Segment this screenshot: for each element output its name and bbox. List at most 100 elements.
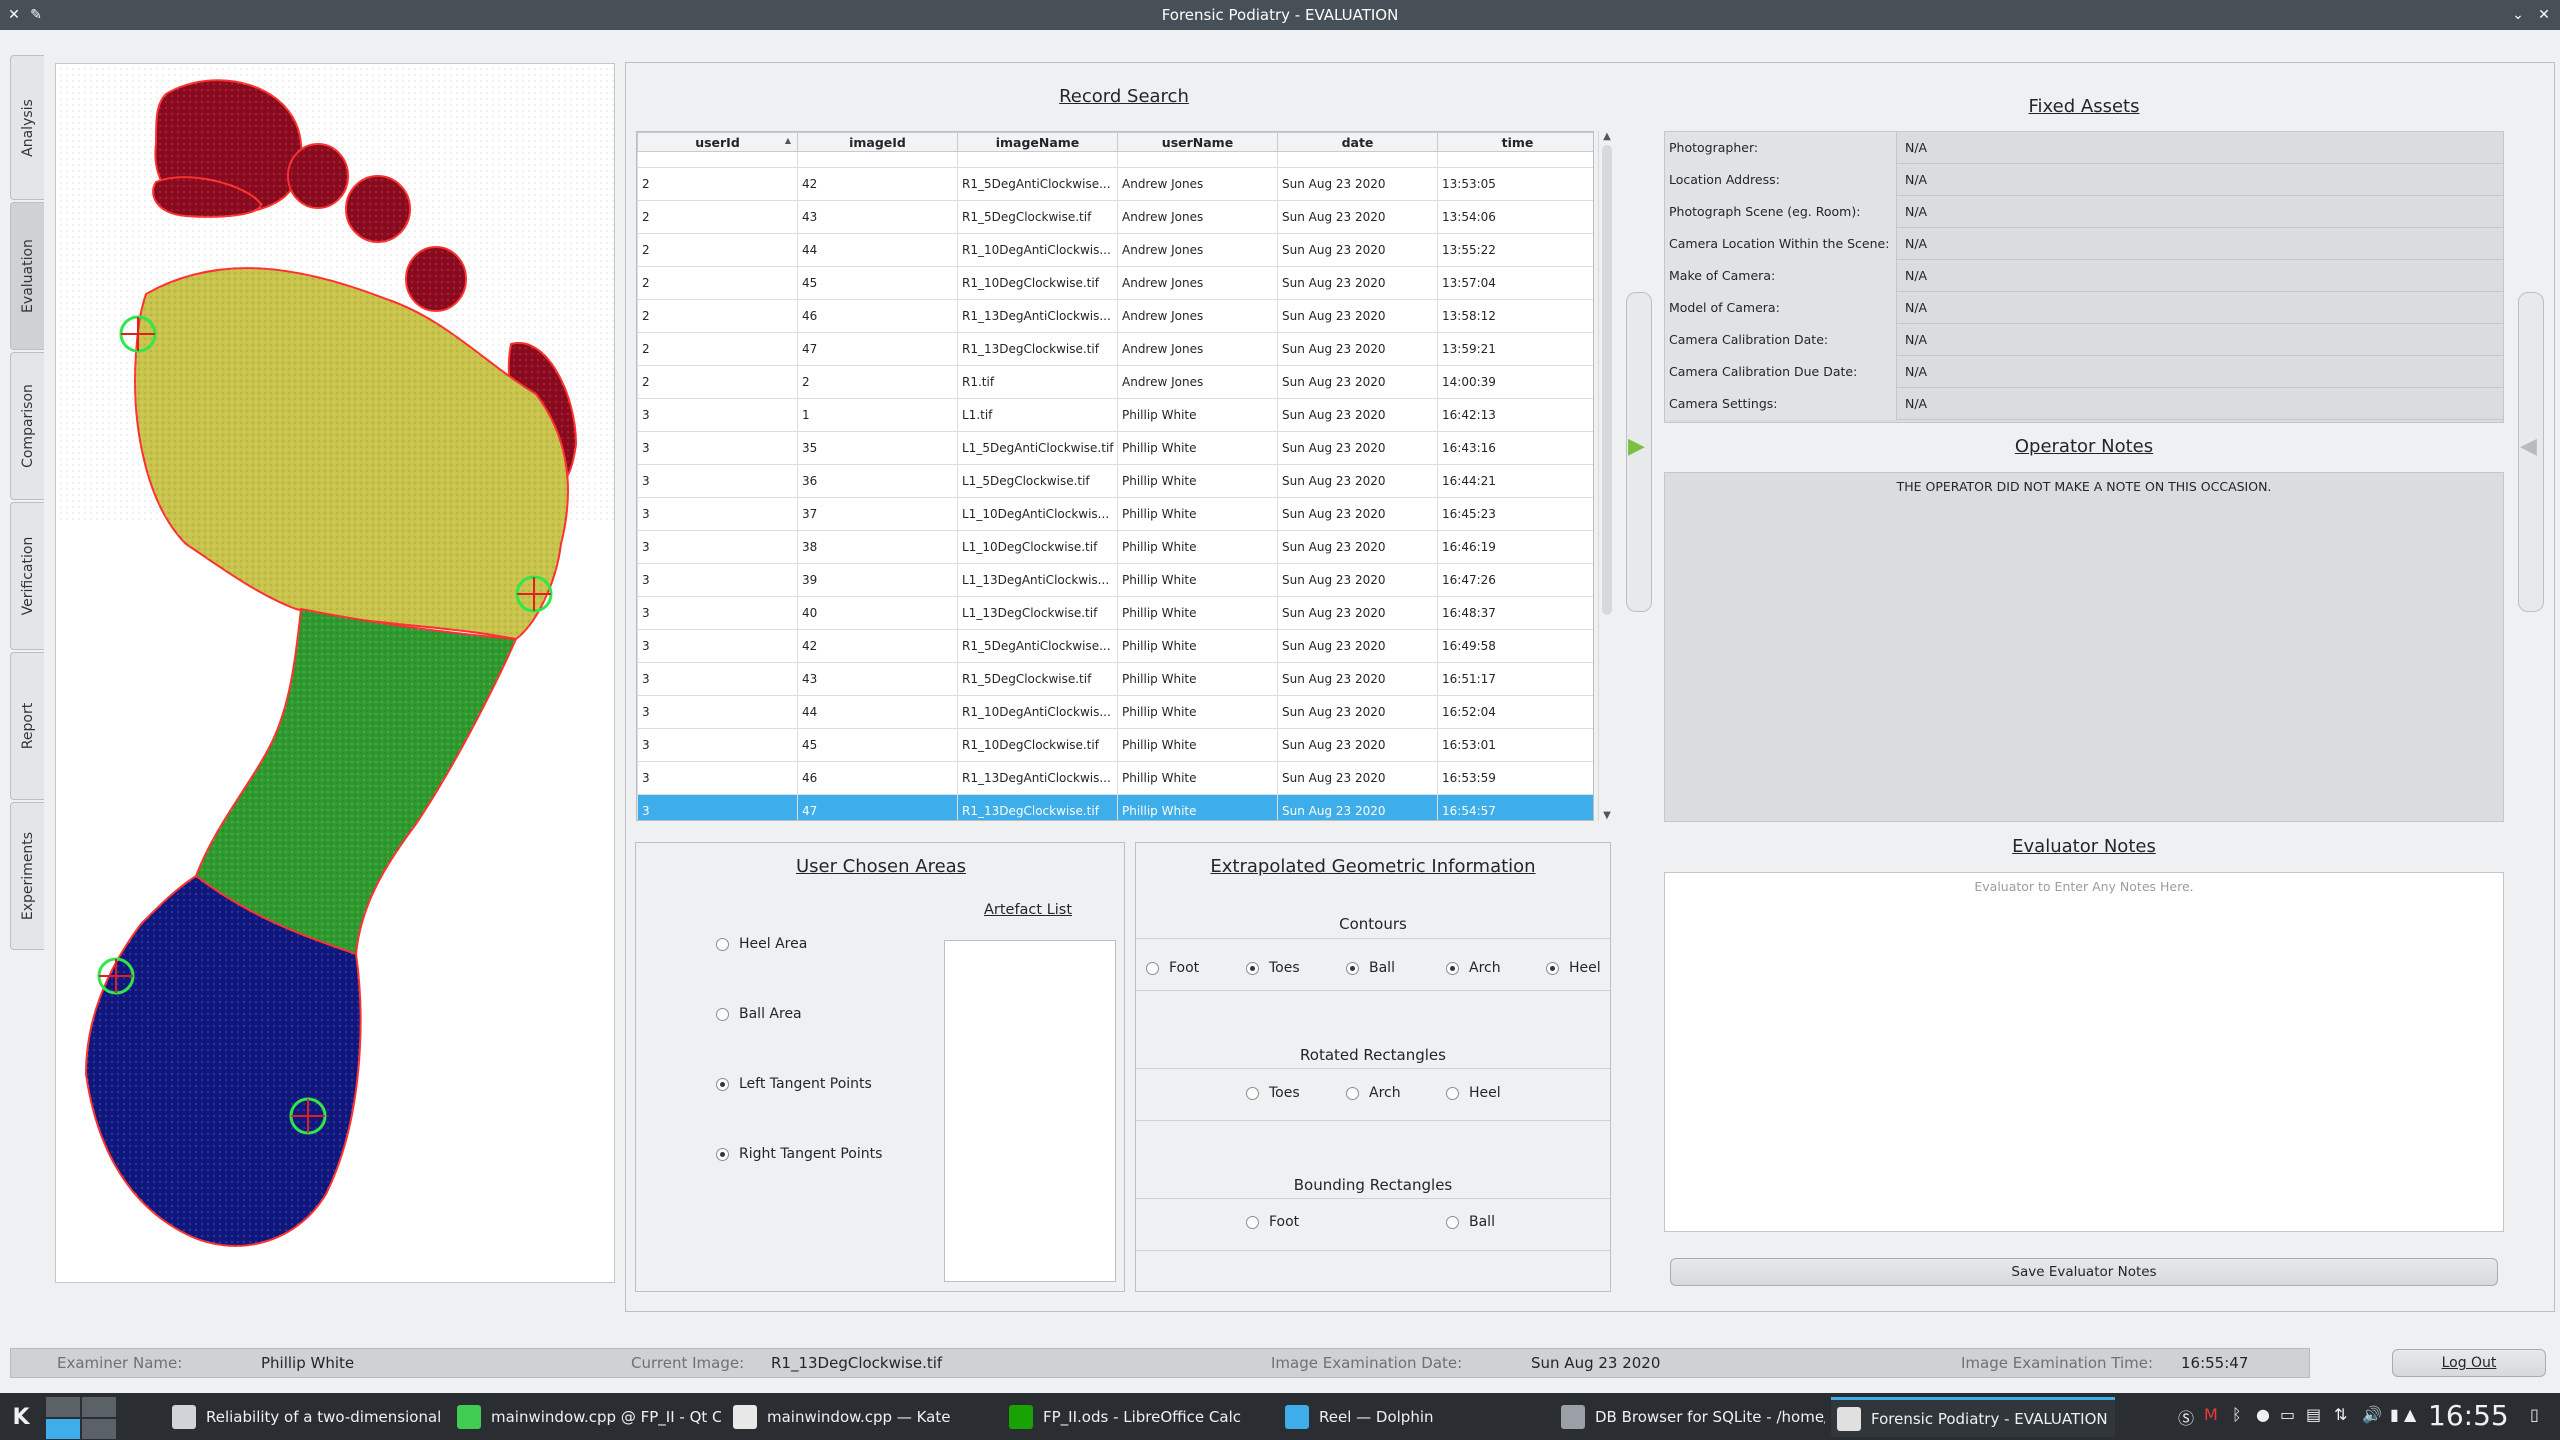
radio-contour-toes[interactable]: Toes xyxy=(1246,960,1300,976)
tab-comparison[interactable]: Comparison xyxy=(10,352,44,500)
close-window-icon[interactable]: ✕ xyxy=(2536,7,2552,23)
radio-contour-arch[interactable]: Arch xyxy=(1446,960,1501,976)
taskbar-item[interactable]: DB Browser for SQLite - /home/... xyxy=(1555,1397,1825,1437)
table-row[interactable]: 2 2 R1.tif Andrew Jones Sun Aug 23 2020 14:00… xyxy=(637,365,1593,399)
taskbar-item[interactable]: Reel — Dolphin xyxy=(1279,1397,1549,1437)
save-evaluator-notes-button[interactable]: Save Evaluator Notes xyxy=(1670,1258,2498,1286)
table-row-partial[interactable] xyxy=(637,151,1593,168)
table-row[interactable]: 3 45 R1_10DegClockwise.tif Phillip White Sun… xyxy=(637,728,1593,762)
table-row[interactable]: 2 42 R1_5DegAntiClockwise... Andrew Jones Su… xyxy=(637,167,1593,201)
radio-left-tangent-points[interactable]: Left Tangent Points xyxy=(716,1076,872,1092)
tray-status-icon[interactable]: Ⓢ xyxy=(2178,1405,2194,1429)
table-row[interactable]: 3 44 R1_10DegAntiClockwis... Phillip White S… xyxy=(637,695,1593,729)
evaluator-notes-input[interactable]: Evaluator to Enter Any Notes Here. xyxy=(1664,872,2504,1232)
radio-heel-area[interactable]: Heel Area xyxy=(716,936,807,952)
taskbar-item[interactable]: FP_II.ods - LibreOffice Calc xyxy=(1003,1397,1273,1437)
tab-analysis[interactable]: Analysis xyxy=(10,55,44,200)
radio-indicator[interactable] xyxy=(1446,961,1459,975)
scroll-thumb[interactable] xyxy=(1602,145,1612,615)
radio-rotated-arch[interactable]: Arch xyxy=(1346,1085,1401,1101)
radio-indicator[interactable] xyxy=(1346,1086,1359,1100)
column-header-time[interactable]: time xyxy=(1437,132,1593,152)
table-cell: 2 xyxy=(637,299,798,333)
clipboard-icon[interactable]: ▤ xyxy=(2306,1405,2321,1424)
tray-expand-icon[interactable]: ▲ xyxy=(2404,1405,2416,1424)
radio-indicator[interactable] xyxy=(716,1147,729,1161)
scroll-down-icon[interactable]: ▼ xyxy=(1599,810,1615,821)
app-launcher-icon[interactable]: K xyxy=(6,1403,36,1433)
radio-rotated-heel[interactable]: Heel xyxy=(1446,1085,1501,1101)
table-row[interactable]: 3 36 L1_5DegClockwise.tif Phillip White Sun … xyxy=(637,464,1593,498)
left-arrow-icon[interactable]: ◀ xyxy=(2520,434,2537,459)
network-icon[interactable]: ⇅ xyxy=(2334,1405,2347,1424)
table-row[interactable]: 2 47 R1_13DegClockwise.tif Andrew Jones Sun … xyxy=(637,332,1593,366)
taskbar-item[interactable]: Forensic Podiatry - EVALUATION xyxy=(1831,1397,2115,1437)
radio-indicator[interactable] xyxy=(716,937,729,951)
radio-indicator[interactable] xyxy=(716,1007,729,1021)
radio-bounding-foot[interactable]: Foot xyxy=(1246,1214,1299,1230)
battery-icon[interactable]: ▮ xyxy=(2390,1405,2399,1424)
radio-contour-foot[interactable]: Foot xyxy=(1146,960,1199,976)
table-row[interactable]: 2 46 R1_13DegAntiClockwis... Andrew Jones Su… xyxy=(637,299,1593,333)
radio-rotated-toes[interactable]: Toes xyxy=(1246,1085,1300,1101)
radio-bounding-ball[interactable]: Ball xyxy=(1446,1214,1495,1230)
volume-icon[interactable]: 🔊 xyxy=(2362,1405,2382,1424)
tab-report[interactable]: Report xyxy=(10,652,44,800)
table-row[interactable]: 3 47 R1_13DegClockwise.tif Phillip White Sun… xyxy=(637,794,1593,820)
radio-ball-area[interactable]: Ball Area xyxy=(716,1006,802,1022)
radio-indicator[interactable] xyxy=(1246,1086,1259,1100)
notification-icon[interactable]: ● xyxy=(2256,1405,2270,1424)
show-desktop-icon[interactable]: ▯ xyxy=(2530,1405,2539,1424)
table-row[interactable]: 3 37 L1_10DegAntiClockwis... Phillip White S… xyxy=(637,497,1593,531)
taskbar-item[interactable]: Reliability of a two-dimensional ... xyxy=(166,1397,445,1437)
column-header-userid[interactable]: userId ▲ xyxy=(637,132,798,152)
clock[interactable]: 16:55 xyxy=(2428,1399,2509,1432)
desktop-1[interactable] xyxy=(46,1397,80,1417)
desktop-4[interactable] xyxy=(82,1419,116,1439)
column-header-imagename[interactable]: imageName xyxy=(957,132,1118,152)
log-out-button[interactable]: Log Out xyxy=(2392,1349,2546,1377)
play-arrow-icon[interactable]: ▶ xyxy=(1628,434,1645,459)
radio-contour-ball[interactable]: Ball xyxy=(1346,960,1395,976)
radio-indicator[interactable] xyxy=(1346,961,1359,975)
column-header-date[interactable]: date xyxy=(1277,132,1438,152)
desktop-3[interactable] xyxy=(46,1419,80,1439)
tab-verification[interactable]: Verification xyxy=(10,502,44,650)
table-row[interactable]: 3 1 L1.tif Phillip White Sun Aug 23 2020 16:4… xyxy=(637,398,1593,432)
radio-indicator[interactable] xyxy=(1546,961,1559,975)
tab-experiments[interactable]: Experiments xyxy=(10,802,44,950)
radio-indicator[interactable] xyxy=(1246,1215,1259,1229)
radio-right-tangent-points[interactable]: Right Tangent Points xyxy=(716,1146,882,1162)
column-header-username[interactable]: userName xyxy=(1117,132,1278,152)
record-table[interactable]: userId ▲ imageId imageName userName date time … xyxy=(636,131,1594,821)
bluetooth-icon[interactable]: ᛒ xyxy=(2232,1405,2242,1424)
tray-mail-icon[interactable]: M xyxy=(2204,1405,2218,1424)
column-header-imageid[interactable]: imageId xyxy=(797,132,958,152)
table-row[interactable]: 2 44 R1_10DegAntiClockwis... Andrew Jones Su… xyxy=(637,233,1593,267)
display-icon[interactable]: ▭ xyxy=(2280,1405,2295,1424)
table-row[interactable]: 3 35 L1_5DegAntiClockwise.tif Phillip White… xyxy=(637,431,1593,465)
table-row[interactable]: 3 46 R1_13DegAntiClockwis... Phillip White S… xyxy=(637,761,1593,795)
radio-indicator[interactable] xyxy=(1446,1086,1459,1100)
table-row[interactable]: 3 38 L1_10DegClockwise.tif Phillip White Sun… xyxy=(637,530,1593,564)
radio-contour-heel[interactable]: Heel xyxy=(1546,960,1601,976)
radio-indicator[interactable] xyxy=(1446,1215,1459,1229)
table-row[interactable]: 3 39 L1_13DegAntiClockwis... Phillip White S… xyxy=(637,563,1593,597)
table-row[interactable]: 3 43 R1_5DegClockwise.tif Phillip White Sun … xyxy=(637,662,1593,696)
taskbar-item[interactable]: mainwindow.cpp @ FP_II - Qt Cr... xyxy=(451,1397,721,1437)
desktop-2[interactable] xyxy=(82,1397,116,1417)
radio-indicator[interactable] xyxy=(1146,961,1159,975)
tab-evaluation[interactable]: Evaluation xyxy=(10,202,44,350)
taskbar-item[interactable]: mainwindow.cpp — Kate xyxy=(727,1397,997,1437)
table-row[interactable]: 3 42 R1_5DegAntiClockwise... Phillip White S… xyxy=(637,629,1593,663)
table-scrollbar[interactable]: ▲ ▼ xyxy=(1598,131,1614,821)
minimize-icon[interactable]: ⌄ xyxy=(2510,7,2526,23)
right-tangent-marker-top xyxy=(515,575,553,613)
radio-indicator[interactable] xyxy=(716,1077,729,1091)
scroll-up-icon[interactable]: ▲ xyxy=(1599,131,1615,142)
artefact-list[interactable] xyxy=(944,940,1116,1282)
radio-indicator[interactable] xyxy=(1246,961,1259,975)
table-row[interactable]: 3 40 L1_13DegClockwise.tif Phillip White Sun… xyxy=(637,596,1593,630)
table-row[interactable]: 2 43 R1_5DegClockwise.tif Andrew Jones Sun A… xyxy=(637,200,1593,234)
table-row[interactable]: 2 45 R1_10DegClockwise.tif Andrew Jones Sun … xyxy=(637,266,1593,300)
